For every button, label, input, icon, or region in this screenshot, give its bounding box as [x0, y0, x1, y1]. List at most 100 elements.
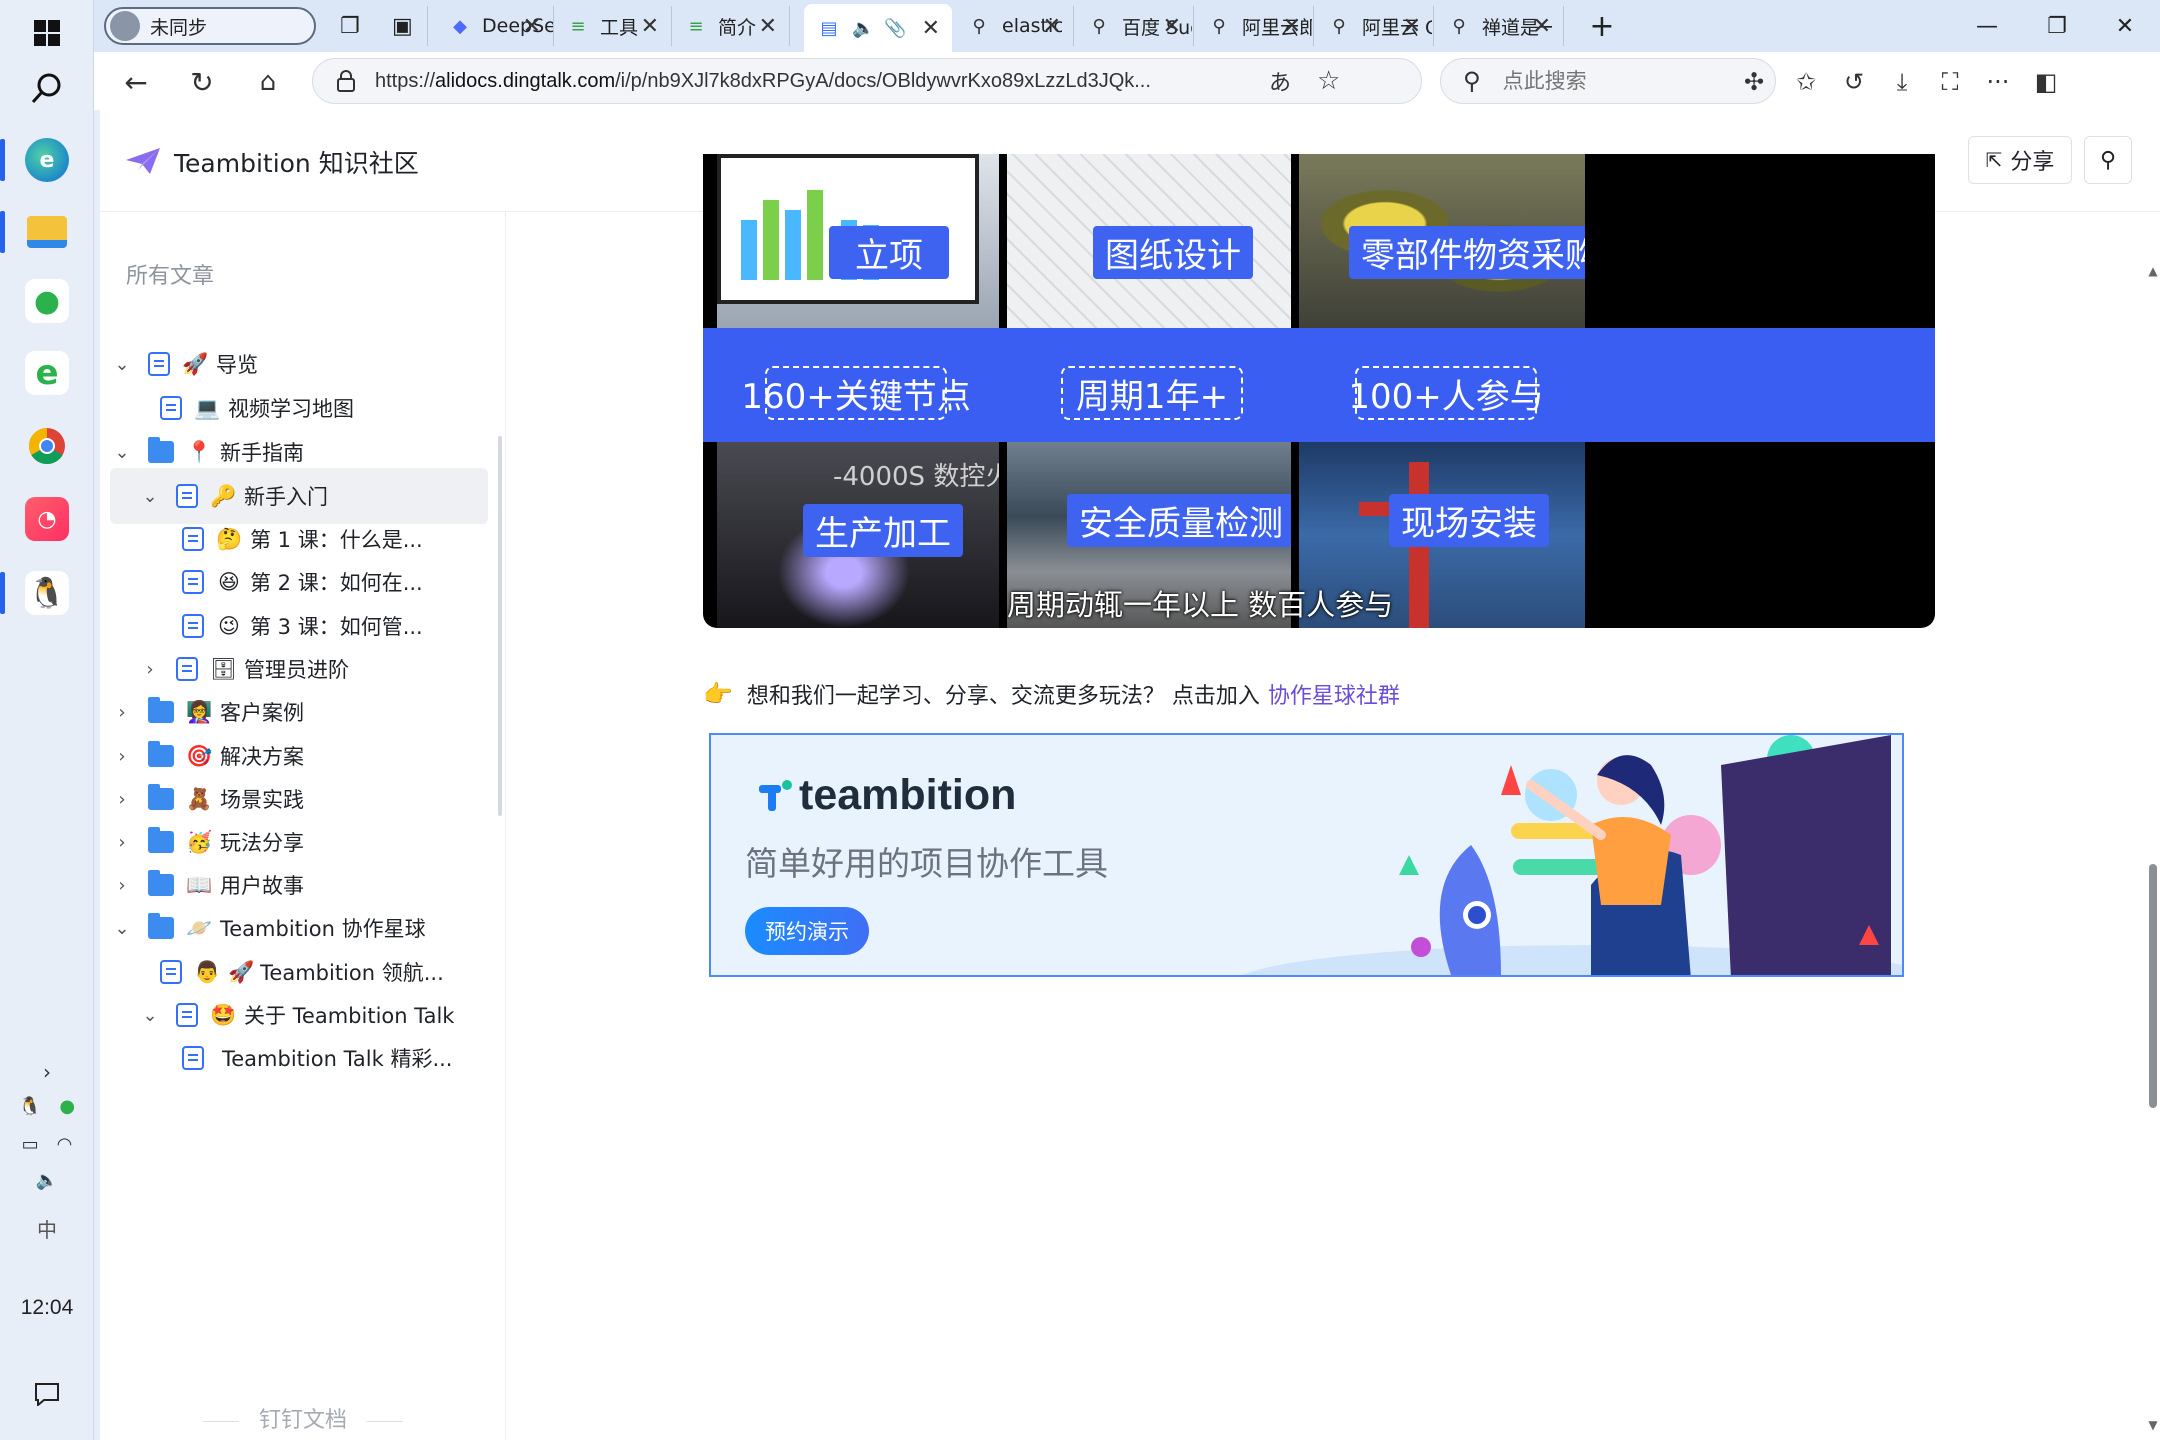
more-button[interactable]: ··· [1976, 60, 2020, 104]
browser-search-box[interactable]: ⚲ [1440, 58, 1776, 104]
chevron-right-icon[interactable]: › [110, 832, 134, 853]
close-icon[interactable]: ✕ [1283, 14, 1301, 39]
page-scrollbar[interactable]: ▲ ▼ [2146, 212, 2160, 1440]
screenshot-button[interactable]: ⛶ [1928, 60, 1972, 104]
chevron-right-icon[interactable]: › [110, 789, 134, 810]
taskbar-edge[interactable]: e [0, 127, 94, 193]
sidebar-item-talk-highlights[interactable]: Teambition Talk 精彩... [110, 1030, 488, 1086]
tab-tools[interactable]: ≡ 工具 ✕ [554, 6, 672, 46]
scroll-down-icon[interactable]: ▼ [2146, 1418, 2160, 1432]
chevron-down-icon[interactable]: ⌄ [110, 442, 134, 463]
back-button[interactable]: ← [114, 60, 158, 104]
refresh-button[interactable]: ↻ [180, 60, 224, 104]
address-bar[interactable]: https://alidocs.dingtalk.com/i/p/nb9XJl7… [312, 58, 1422, 104]
chevron-right-icon[interactable]: › [110, 702, 134, 723]
history-button[interactable]: ↺ [1832, 60, 1876, 104]
close-icon[interactable]: ✕ [523, 14, 541, 39]
favorites-icon: ✩ [1795, 68, 1817, 96]
scrollbar-thumb[interactable] [2149, 864, 2157, 1108]
restore-button[interactable]: ❐ [2022, 0, 2092, 52]
download-icon: ⤓ [1896, 68, 1908, 96]
restore-icon: ❐ [2047, 13, 2067, 39]
tray-expand-button[interactable]: › [0, 1060, 94, 1084]
home-button[interactable]: ⌂ [246, 60, 290, 104]
taskbar-file-explorer[interactable] [0, 199, 94, 265]
taskbar-chrome[interactable] [0, 413, 94, 479]
wifi-icon[interactable]: ◠ [57, 1134, 73, 1155]
workspaces-button[interactable]: ❐ [326, 6, 376, 46]
search-icon: ⚲ [1332, 15, 1346, 37]
close-icon[interactable]: ✕ [1163, 14, 1181, 39]
close-icon[interactable]: ✕ [1533, 14, 1551, 39]
teambition-promo-banner[interactable]: teambition 简单好用的项目协作工具 预约演示 [709, 733, 1904, 977]
minimize-button[interactable]: — [1952, 0, 2022, 52]
chevron-right-icon[interactable]: › [110, 746, 134, 767]
refresh-icon: ↻ [190, 65, 214, 99]
site-search-button[interactable]: ⚲ [2084, 136, 2132, 184]
taskbar-wechat[interactable]: ● [0, 268, 94, 334]
join-community-link[interactable]: 协作星球社群 [1268, 678, 1400, 710]
notification-button[interactable] [0, 1382, 94, 1406]
tab-intro[interactable]: ≡ 简介 ✕ [672, 6, 790, 46]
battery-icon[interactable]: ▭ [22, 1134, 39, 1155]
chevron-right-icon[interactable]: › [138, 659, 162, 680]
taskbar-clock[interactable]: 12:04 [0, 1296, 94, 1320]
chevron-down-icon[interactable]: ⌄ [110, 354, 134, 375]
tab-aliyun-2[interactable]: ⚲ 阿里云 C ✕ [1314, 6, 1434, 46]
sidebar-item-label: 第 2 课：如何在... [250, 571, 423, 595]
folder-icon [148, 741, 174, 767]
downloads-button[interactable]: ⤓ [1880, 60, 1924, 104]
chevron-down-icon[interactable]: ⌄ [138, 486, 162, 507]
extensions-button[interactable]: ✣ [1732, 60, 1776, 104]
book-demo-button[interactable]: 预约演示 [745, 907, 869, 955]
favorites-button[interactable]: ✩ [1784, 60, 1828, 104]
tab-actions-button[interactable]: ▣ [378, 6, 428, 46]
close-icon[interactable]: ✕ [1043, 14, 1061, 39]
share-button[interactable]: ⇱ 分享 [1968, 136, 2072, 184]
favorite-star-icon[interactable]: ☆ [1317, 66, 1340, 96]
sidebar-item-label: 管理员进阶 [244, 658, 349, 682]
tab-elasticsearch[interactable]: ⚲elasticsea✕ [954, 6, 1074, 46]
dingtalk-docs-footer[interactable]: 钉钉文档 [100, 1402, 506, 1434]
tab-actions-icon: ▣ [392, 13, 413, 39]
taskbar-ie[interactable]: e [0, 340, 94, 406]
close-icon[interactable]: ✕ [641, 14, 659, 39]
taskbar-app-red[interactable]: ◔ [0, 486, 94, 552]
tab-current[interactable]: ▤ 🔈 📎 ✕ [804, 4, 952, 52]
taskbar-search-button[interactable] [0, 56, 94, 122]
close-window-button[interactable]: ✕ [2090, 0, 2160, 52]
taskbar-qq[interactable]: 🐧 [0, 560, 94, 626]
history-icon: ↺ [1843, 68, 1865, 96]
translate-icon[interactable]: あ [1269, 65, 1291, 97]
url-text[interactable]: https://alidocs.dingtalk.com/i/p/nb9XJl7… [375, 70, 1195, 93]
close-icon[interactable]: ✕ [759, 14, 777, 39]
chevron-right-icon[interactable]: › [110, 875, 134, 896]
chevron-down-icon[interactable]: ⌄ [138, 1005, 162, 1026]
profile-button[interactable]: 未同步 [104, 7, 316, 45]
tab-zentao[interactable]: ⚲ 禅道是一 ✕ [1434, 6, 1564, 46]
scroll-up-icon[interactable]: ▲ [2146, 264, 2160, 278]
sidebar-toggle-button[interactable]: ◧ [2024, 60, 2068, 104]
cell-label: 安全质量检测 [1067, 494, 1291, 547]
close-icon[interactable]: ✕ [1403, 14, 1421, 39]
site-title[interactable]: Teambition 知识社区 [174, 144, 419, 180]
chevron-down-icon[interactable]: ⌄ [110, 918, 134, 939]
speaker-icon[interactable]: 🔈 [852, 18, 874, 39]
tab-deepseek[interactable]: ◆ DeepSee✕ [436, 6, 554, 46]
close-icon[interactable]: ✕ [922, 16, 940, 41]
tab-title: DeepSee [482, 15, 553, 37]
tab-baidu-sug[interactable]: ⚲ 百度 Sug✕ [1074, 6, 1194, 46]
search-input[interactable] [1502, 69, 1743, 93]
new-tab-button[interactable]: + [1572, 6, 1632, 46]
minimize-icon: — [1976, 13, 1998, 39]
tab-aliyun-1[interactable]: ⚲ 阿里云郎 ✕ [1194, 6, 1314, 46]
paper-plane-logo-icon[interactable] [124, 146, 162, 176]
chrome-icon [28, 428, 65, 465]
ime-indicator[interactable]: 中 [0, 1214, 94, 1243]
qq-tray-icon[interactable]: 🐧 [19, 1096, 41, 1117]
sidebar-item-label: 导览 [216, 353, 258, 377]
sidebar-item-label: 视频学习地图 [228, 397, 354, 421]
wechat-tray-icon[interactable]: ● [59, 1096, 75, 1117]
volume-button[interactable]: 🔈 [0, 1170, 94, 1191]
sidebar-scrollbar[interactable] [498, 436, 502, 816]
